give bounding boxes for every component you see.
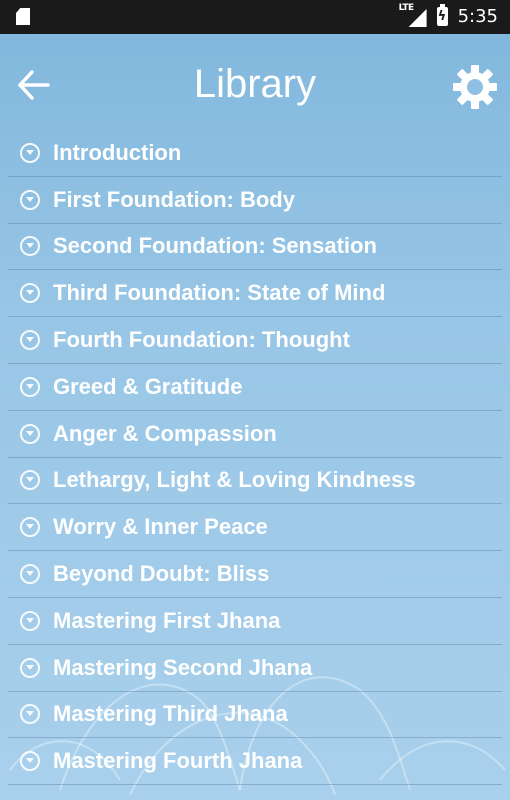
sd-card-icon	[16, 8, 30, 25]
chevron-down-icon	[20, 657, 40, 678]
list-item-label: Mastering Fourth Jhana	[53, 748, 303, 774]
list-item-label: Third Foundation: State of Mind	[53, 280, 386, 306]
list-item-label: Introduction	[53, 139, 182, 165]
list-item-label: Mastering Second Jhana	[53, 654, 313, 680]
list-item[interactable]: Lethargy, Light & Loving Kindness	[8, 458, 502, 505]
signal-icon: LTE	[398, 3, 427, 27]
list-item-label: Second Foundation: Sensation	[53, 233, 377, 259]
chevron-down-icon	[20, 189, 40, 210]
list-item[interactable]: Fourth Foundation: Thought	[8, 317, 502, 364]
battery-charging-icon: ϟ	[436, 3, 448, 26]
library-list: Introduction First Foundation: Body Seco…	[8, 130, 502, 786]
network-type: LTE	[398, 3, 415, 13]
page-title: Library	[193, 62, 317, 106]
list-item-label: Greed & Gratitude	[53, 373, 243, 399]
chevron-down-icon	[20, 610, 40, 631]
chevron-down-icon	[20, 470, 40, 491]
chevron-down-icon	[20, 142, 40, 163]
chevron-down-icon	[20, 751, 40, 772]
list-item[interactable]: Third Foundation: State of Mind	[8, 270, 502, 318]
status-time: 5:35	[457, 5, 498, 27]
list-item-label: Mastering First Jhana	[53, 607, 281, 633]
list-item[interactable]: Mastering First Jhana	[8, 598, 502, 645]
chevron-down-icon	[20, 236, 40, 257]
list-item-label: Fourth Foundation: Thought	[53, 327, 350, 353]
chevron-down-icon	[20, 376, 40, 397]
list-item[interactable]: Beyond Doubt: Bliss	[8, 551, 502, 598]
list-item[interactable]: Introduction	[8, 130, 502, 177]
chevron-down-icon	[20, 517, 40, 538]
gear-icon	[453, 65, 497, 109]
list-item[interactable]: Anger & Compassion	[8, 411, 502, 458]
list-item-label: Lethargy, Light & Loving Kindness	[53, 467, 416, 493]
list-item-label: Beyond Doubt: Bliss	[53, 561, 270, 587]
list-item-label: First Foundation: Body	[53, 186, 295, 212]
list-item[interactable]: Mastering Fourth Jhana	[8, 738, 502, 786]
status-bar: LTE ϟ 5:35	[0, 0, 510, 34]
list-item[interactable]: Mastering Third Jhana	[8, 692, 502, 739]
settings-button[interactable]	[452, 64, 498, 110]
app-bar: Library	[0, 34, 510, 139]
list-item[interactable]: Mastering Second Jhana	[8, 645, 502, 692]
chevron-down-icon	[20, 423, 40, 444]
list-item[interactable]: Worry & Inner Peace	[8, 504, 502, 552]
chevron-down-icon	[20, 704, 40, 725]
chevron-down-icon	[20, 330, 40, 351]
chevron-down-icon	[20, 283, 40, 304]
list-item[interactable]: Greed & Gratitude	[8, 364, 502, 411]
list-item[interactable]: First Foundation: Body	[8, 177, 502, 224]
list-item-label: Anger & Compassion	[53, 420, 277, 446]
list-item[interactable]: Second Foundation: Sensation	[8, 224, 502, 271]
list-item-label: Worry & Inner Peace	[53, 514, 268, 540]
chevron-down-icon	[20, 564, 40, 585]
list-item-label: Mastering Third Jhana	[53, 701, 288, 727]
